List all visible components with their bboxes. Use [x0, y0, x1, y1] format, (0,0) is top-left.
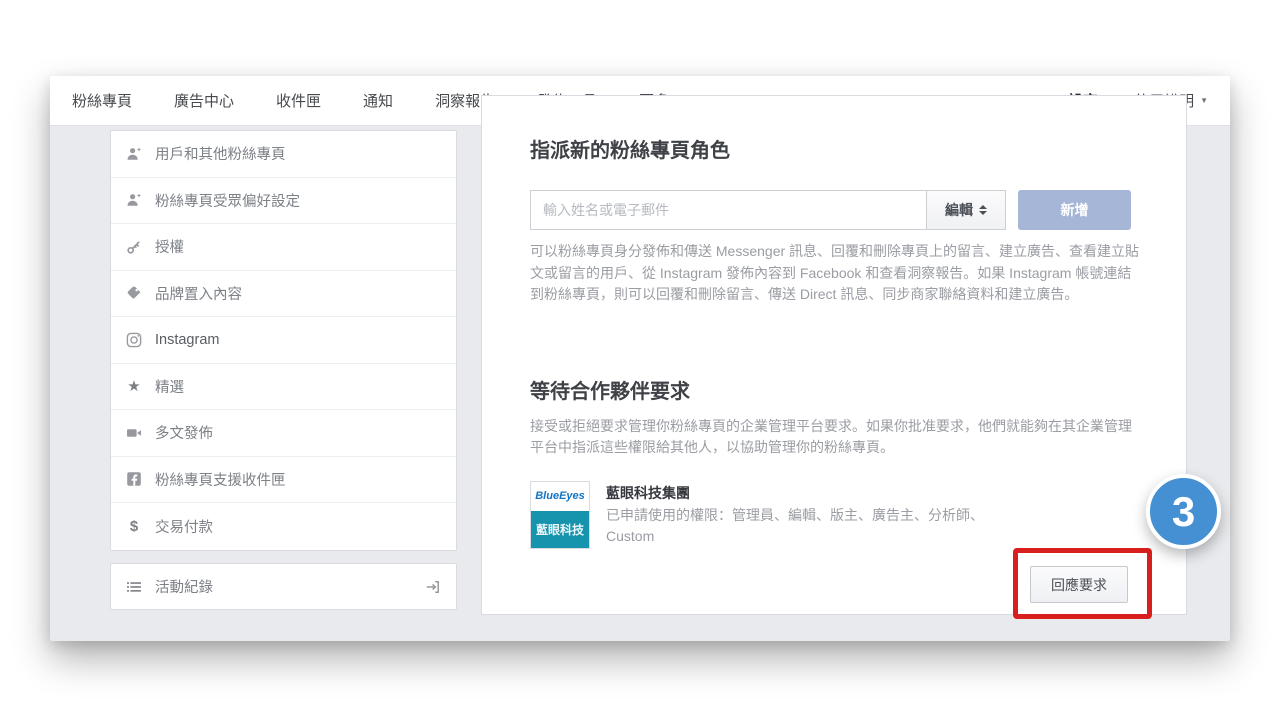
video-camera-icon [125, 425, 143, 441]
role-dropdown-value: 編輯 [945, 200, 973, 220]
sidebar-item-label: 活動紀錄 [155, 576, 213, 597]
sidebar-item-label: 交易付款 [155, 516, 213, 537]
nav-tab-label: 通知 [363, 90, 393, 111]
sidebar-item-label: 用戶和其他粉絲專頁 [155, 143, 286, 164]
partner-permissions: 已申請使用的權限：管理員、編輯、版主、廣告主、分析師、Custom [606, 505, 1014, 547]
partner-name: 藍眼科技集團 [606, 483, 1014, 503]
list-icon [125, 579, 143, 595]
sidebar-item-crossposting[interactable]: 多文發佈 [111, 410, 456, 457]
sidebar-item-page-support-inbox[interactable]: 粉絲專頁支援收件匣 [111, 457, 456, 504]
dollar-icon: $ [125, 519, 143, 534]
page-roles-panel: 指派新的粉絲專頁角色 編輯 新增 可以粉絲專頁身分發佈和傳送 Messenger… [481, 95, 1187, 615]
blueeyes-logo-wordmark: BlueEyes [531, 482, 589, 511]
sidebar-item-label: Instagram [155, 332, 219, 348]
role-dropdown[interactable]: 編輯 [926, 190, 1006, 230]
sidebar-item-featured[interactable]: ★ 精選 [111, 364, 456, 411]
sort-arrows-icon [979, 205, 987, 215]
star-icon: ★ [125, 379, 143, 394]
role-description: 可以粉絲專頁身分發佈和傳送 Messenger 訊息、回覆和刪除專頁上的留言、建… [530, 241, 1142, 306]
respond-request-button[interactable]: 回應要求 [1030, 566, 1128, 603]
add-button[interactable]: 新增 [1018, 190, 1131, 230]
nav-tab-ad-center[interactable]: 廣告中心 [174, 76, 234, 126]
sidebar-item-label: 粉絲專頁支援收件匣 [155, 469, 286, 490]
user-star-icon [125, 192, 143, 208]
key-icon [125, 239, 143, 255]
nav-tab-label: 廣告中心 [174, 90, 234, 111]
name-or-email-input[interactable] [530, 190, 926, 230]
branded-content-icon [125, 285, 143, 301]
external-arrow-icon [424, 579, 442, 595]
partner-info: 藍眼科技集團 已申請使用的權限：管理員、編輯、版主、廣告主、分析師、Custom [606, 481, 1014, 549]
sidebar-item-payments[interactable]: $ 交易付款 [111, 503, 456, 550]
settings-sidebar: 用戶和其他粉絲專頁 粉絲專頁受眾偏好設定 授權 品牌置入內容 [110, 130, 457, 551]
sidebar-item-instagram[interactable]: Instagram [111, 317, 456, 364]
partner-requests-title: 等待合作夥伴要求 [530, 379, 1138, 405]
instagram-icon [125, 332, 143, 348]
sidebar-item-audience-preferences[interactable]: 粉絲專頁受眾偏好設定 [111, 178, 456, 225]
sidebar-item-label: 品牌置入內容 [155, 283, 242, 304]
nav-tab-page[interactable]: 粉絲專頁 [72, 76, 132, 126]
blueeyes-logo: BlueEyes 藍眼科技 [530, 481, 590, 549]
sidebar-item-branded-content[interactable]: 品牌置入內容 [111, 271, 456, 318]
facebook-settings-window: 粉絲專頁 廣告中心 收件匣 通知 洞察報告 發佈工具 更多▼ 設定 使用說明▼ … [50, 76, 1230, 641]
assign-roles-title: 指派新的粉絲專頁角色 [530, 138, 1138, 164]
sidebar-item-label: 粉絲專頁受眾偏好設定 [155, 190, 300, 211]
sidebar-item-label: 多文發佈 [155, 422, 213, 443]
sidebar-item-label: 精選 [155, 376, 184, 397]
user-plus-icon [125, 146, 143, 162]
sidebar-item-activity-log[interactable]: 活動紀錄 [110, 563, 457, 610]
nav-tab-label: 收件匣 [276, 90, 321, 111]
assign-role-form: 編輯 新增 [530, 190, 1138, 230]
partner-requests-description: 接受或拒絕要求管理你粉絲專頁的企業管理平台要求。如果你批准要求，他們就能夠在其企… [530, 416, 1134, 459]
facebook-icon [125, 471, 143, 487]
chevron-down-icon: ▼ [1200, 96, 1208, 105]
partner-request-row: BlueEyes 藍眼科技 藍眼科技集團 已申請使用的權限：管理員、編輯、版主、… [530, 481, 1138, 549]
sidebar-item-label: 授權 [155, 236, 184, 257]
nav-tab-label: 粉絲專頁 [72, 90, 132, 111]
sidebar-item-authorizations[interactable]: 授權 [111, 224, 456, 271]
blueeyes-logo-chinese: 藍眼科技 [531, 511, 589, 548]
sidebar-item-people-and-pages[interactable]: 用戶和其他粉絲專頁 [111, 131, 456, 178]
nav-tab-inbox[interactable]: 收件匣 [276, 76, 321, 126]
nav-tab-notifications[interactable]: 通知 [363, 76, 393, 126]
page: 粉絲專頁 廣告中心 收件匣 通知 洞察報告 發佈工具 更多▼ 設定 使用說明▼ … [0, 0, 1280, 720]
